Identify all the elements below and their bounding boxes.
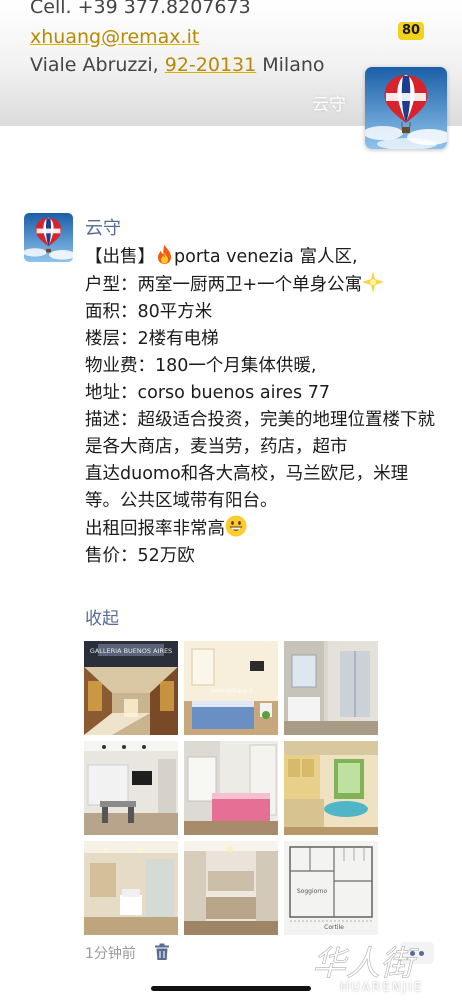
post-line-fee: 物业费：180一个月集体供暖, (85, 356, 317, 376)
trash-icon[interactable] (154, 943, 170, 961)
remax-balloon-icon (365, 67, 447, 149)
photo-bathroom-icon[interactable] (284, 641, 378, 735)
shop-sign-caption: GALLERIA BUENOS AIRES (90, 647, 172, 655)
photo-bathroom-2-icon[interactable] (84, 841, 178, 935)
phone-line: Cell. +39 377.8207673 (30, 0, 251, 18)
address-prefix: Viale Abruzzi, (30, 54, 165, 76)
post-line-address: 地址：corso buenos aires 77 (85, 383, 330, 403)
floorplan-label-cortile: Cortile (324, 924, 344, 931)
post-line-area: 面积：80平方米 (85, 302, 213, 322)
post-line-access: 直达duomo和各大高校，马兰欧尼，米理等。公共区域带有阳台。 (85, 464, 409, 511)
photo-kitchen-icon[interactable] (84, 741, 178, 835)
address-line: Viale Abruzzi, 92-20131 Milano (30, 54, 325, 76)
watermark-subtext: HUARENJIE (340, 980, 424, 994)
photo-pink-bedroom-icon[interactable] (184, 741, 278, 835)
photo-bedroom-2-icon[interactable] (184, 841, 278, 935)
grinning-face-emoji-icon (225, 515, 247, 537)
post-text: 【出售】 porta venezia 富人区, 户型：两室一厨两卫+一个单身公寓 … (85, 244, 435, 570)
profile-avatar[interactable] (365, 67, 447, 149)
post-line-price: 售价：52万欧 (85, 546, 195, 566)
remax-balloon-icon (24, 213, 73, 262)
email-text[interactable]: xhuang@remax.it (30, 26, 199, 48)
post-line-title: 【出售】 porta venezia 富人区, (85, 244, 435, 271)
photo-bedroom-icon[interactable]: immobiliare.it (184, 641, 278, 735)
fire-emoji-icon (158, 245, 171, 264)
photo-floorplan-icon[interactable]: Soggiorno Cortile (284, 841, 378, 935)
address-suffix: Milano (256, 54, 325, 76)
post-author-name[interactable]: 云守 (85, 214, 121, 240)
post-line-floor: 楼层：2楼有电梯 (85, 329, 219, 349)
post-timestamp: 1分钟前 (85, 946, 136, 962)
count-badge: 80 (398, 22, 424, 40)
home-indicator[interactable] (151, 986, 311, 991)
photo-gallery-shop-icon[interactable]: GALLERIA BUENOS AIRES (84, 641, 178, 735)
post-author-avatar[interactable] (24, 213, 73, 262)
floorplan-label-soggiorno: Soggiorno (297, 888, 328, 895)
post-line-return: 出租回报率非常高 (85, 515, 435, 543)
post-line-description: 描述：超级适合投资，完美的地理位置楼下就是各大商店，麦当劳，药店，超市 (85, 410, 435, 457)
email-link[interactable]: xhuang@remax.it (30, 26, 199, 48)
photo-yellow-kitchen-icon[interactable] (284, 741, 378, 835)
profile-name[interactable]: 云守 (312, 90, 346, 115)
post-line-layout: 户型：两室一厨两卫+一个单身公寓 (85, 271, 435, 299)
photo-grid: GALLERIA BUENOS AIRES immobiliare.it Sog… (84, 641, 378, 937)
sparkle-star-emoji-icon (362, 271, 385, 293)
collapse-link[interactable]: 收起 (85, 604, 119, 629)
watermark-logo-text: 华人街 (312, 944, 419, 984)
photo-watermark-caption: immobiliare.it (211, 688, 253, 695)
address-link[interactable]: 92-20131 (165, 54, 256, 76)
